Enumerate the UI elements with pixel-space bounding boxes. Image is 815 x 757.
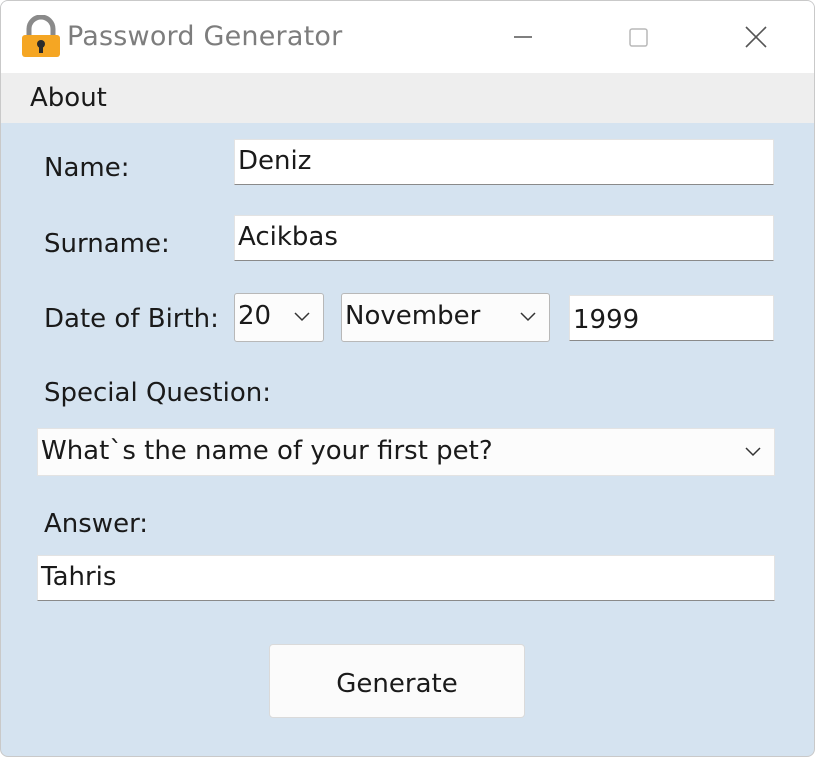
name-field[interactable]: Deniz bbox=[234, 139, 774, 185]
answer-field[interactable]: Tahris bbox=[37, 555, 775, 601]
name-value: Deniz bbox=[238, 146, 312, 176]
dob-year-value: 1999 bbox=[573, 305, 640, 335]
maximize-icon bbox=[629, 28, 648, 47]
title-bar[interactable]: Password Generator bbox=[1, 1, 814, 73]
minimize-button[interactable] bbox=[498, 15, 548, 59]
surname-value: Acikbas bbox=[238, 222, 338, 252]
dob-day-select[interactable]: 20 bbox=[234, 293, 324, 342]
dob-day-value: 20 bbox=[238, 301, 272, 331]
padlock-icon bbox=[22, 15, 60, 57]
close-button[interactable] bbox=[731, 15, 781, 59]
menu-bar: About bbox=[1, 73, 814, 123]
chevron-down-icon bbox=[745, 447, 761, 457]
dob-label: Date of Birth: bbox=[44, 304, 219, 334]
surname-label: Surname: bbox=[44, 229, 170, 259]
window-title: Password Generator bbox=[67, 21, 343, 52]
dob-month-value: November bbox=[345, 301, 481, 331]
surname-field[interactable]: Acikbas bbox=[234, 215, 774, 261]
name-label: Name: bbox=[44, 153, 130, 183]
minimize-icon bbox=[514, 36, 532, 38]
close-icon bbox=[745, 26, 767, 48]
generate-button[interactable]: Generate bbox=[269, 644, 525, 718]
menu-about[interactable]: About bbox=[30, 83, 107, 113]
dob-month-select[interactable]: November bbox=[341, 293, 550, 342]
answer-value: Tahris bbox=[41, 562, 117, 592]
chevron-down-icon bbox=[294, 312, 310, 322]
special-question-select[interactable]: What`s the name of your first pet? bbox=[37, 428, 775, 476]
chevron-down-icon bbox=[520, 312, 536, 322]
answer-label: Answer: bbox=[44, 509, 149, 539]
password-generator-window: Password Generator About Name: Deniz Sur… bbox=[0, 0, 815, 757]
special-question-value: What`s the name of your first pet? bbox=[41, 436, 493, 466]
maximize-button[interactable] bbox=[614, 15, 664, 59]
dob-year-field[interactable]: 1999 bbox=[569, 295, 774, 341]
special-question-label: Special Question: bbox=[44, 378, 271, 408]
